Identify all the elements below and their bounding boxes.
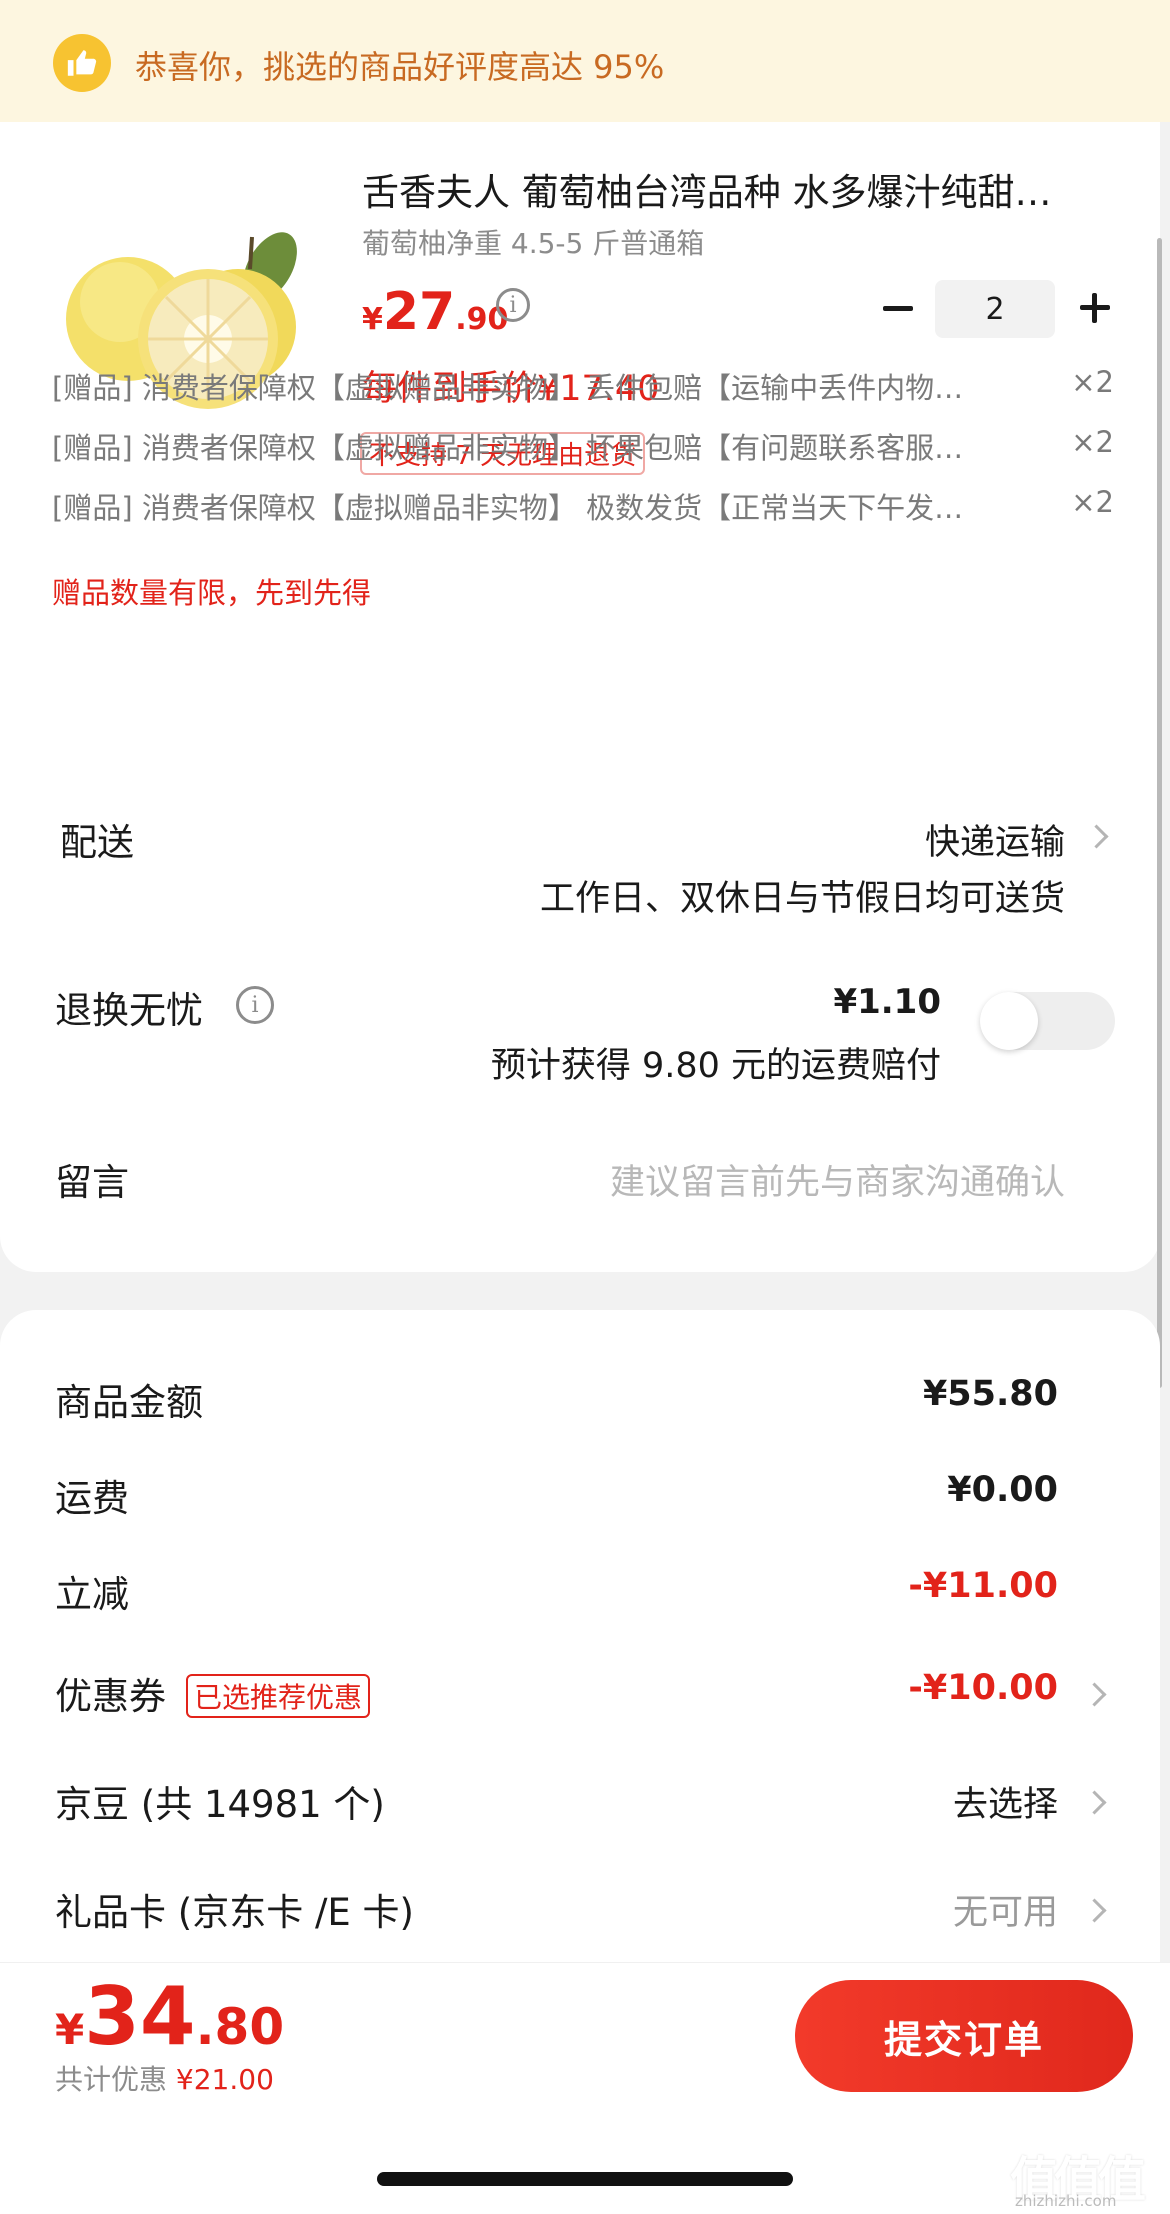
return-insurance-label: 退换无忧 bbox=[55, 989, 203, 1032]
gift-item: [赠品] 消费者保障权【虚拟赠品非实物】 丢件包赔【运输中丢件内物… ×2 bbox=[52, 365, 1122, 407]
shipping-value: ¥0.00 bbox=[947, 1470, 1058, 1510]
gift-item: [赠品] 消费者保障权【虚拟赠品非实物】 坏果包赔【有问题联系客服… ×2 bbox=[52, 425, 1122, 467]
jd-beans-chevron-icon[interactable] bbox=[1082, 1790, 1107, 1815]
gift-text: [赠品] 消费者保障权【虚拟赠品非实物】 丢件包赔【运输中丢件内物… bbox=[52, 371, 964, 405]
price-info-icon[interactable]: i bbox=[496, 288, 530, 322]
coupon-selected-tag: 已选推荐优惠 bbox=[186, 1673, 371, 1718]
quantity-plus-button[interactable] bbox=[1073, 286, 1117, 330]
gift-qty: ×2 bbox=[1071, 485, 1114, 519]
quantity-minus-button[interactable] bbox=[876, 286, 920, 330]
delivery-label: 配送 bbox=[60, 821, 134, 864]
home-indicator[interactable] bbox=[377, 2172, 793, 2186]
coupon-value[interactable]: -¥10.00 bbox=[908, 1668, 1058, 1708]
gift-text: [赠品] 消费者保障权【虚拟赠品非实物】 极数发货【正常当天下午发… bbox=[52, 491, 964, 525]
price-integer: 27 bbox=[382, 282, 456, 342]
gift-item: [赠品] 消费者保障权【虚拟赠品非实物】 极数发货【正常当天下午发… ×2 bbox=[52, 485, 1122, 527]
return-insurance-note: 预计获得 9.80 元的运费赔付 bbox=[490, 1046, 941, 1086]
gift-card-label: 礼品卡 (京东卡 /E 卡) bbox=[55, 1891, 414, 1934]
praise-banner: 恭喜你，挑选的商品好评度高达 95% bbox=[0, 0, 1170, 122]
watermark-url: zhizhizhi.com bbox=[1015, 2192, 1117, 2210]
return-insurance-toggle[interactable] bbox=[980, 992, 1115, 1050]
jd-beans-label: 京豆 (共 14981 个) bbox=[55, 1783, 385, 1826]
total-saved: 共计优惠 ¥21.00 bbox=[55, 2058, 274, 2098]
return-info-icon[interactable]: i bbox=[236, 986, 274, 1024]
product-title[interactable]: 舌香夫人 葡萄柚台湾品种 水多爆汁纯甜… bbox=[362, 162, 1102, 216]
goods-amount-label: 商品金额 bbox=[55, 1381, 203, 1424]
delivery-note: 工作日、双休日与节假日均可送货 bbox=[539, 879, 1065, 919]
product-price: ¥27.90 bbox=[362, 282, 508, 342]
coupon-label: 优惠券 bbox=[55, 1675, 166, 1718]
delivery-method[interactable]: 快递运输 bbox=[925, 814, 1065, 865]
saved-prefix: 共计优惠 bbox=[55, 2063, 176, 2096]
gift-card-chevron-icon[interactable] bbox=[1082, 1898, 1107, 1923]
thumbs-up-icon bbox=[53, 34, 111, 92]
instant-discount-value: -¥11.00 bbox=[908, 1566, 1058, 1606]
submit-order-button[interactable]: 提交订单 bbox=[795, 1980, 1133, 2092]
total-currency: ¥ bbox=[55, 2005, 85, 2054]
gift-limit-note: 赠品数量有限，先到先得 bbox=[52, 576, 372, 610]
instant-discount-label: 立减 bbox=[55, 1573, 129, 1616]
quantity-input[interactable]: 2 bbox=[935, 280, 1055, 338]
gift-qty: ×2 bbox=[1071, 365, 1114, 399]
return-insurance-price: ¥1.10 bbox=[833, 982, 941, 1022]
coupon-chevron-icon[interactable] bbox=[1082, 1682, 1107, 1707]
saved-amount: ¥21.00 bbox=[175, 2063, 274, 2096]
jd-beans-value[interactable]: 去选择 bbox=[953, 1776, 1058, 1827]
goods-amount-value: ¥55.80 bbox=[922, 1374, 1058, 1414]
order-item-card: 舌香夫人 葡萄柚台湾品种 水多爆汁纯甜… 葡萄柚净重 4.5-5 斤普通箱 ¥2… bbox=[0, 122, 1160, 1272]
total-integer: 34 bbox=[84, 1970, 196, 2063]
gift-card-value[interactable]: 无可用 bbox=[953, 1884, 1058, 1935]
praise-text: 恭喜你，挑选的商品好评度高达 95% bbox=[135, 48, 665, 86]
coupon-row[interactable]: 优惠券 已选推荐优惠 bbox=[55, 1666, 371, 1721]
scrollbar[interactable] bbox=[1157, 238, 1162, 1388]
total-decimal: .80 bbox=[195, 1998, 285, 2056]
price-currency: ¥ bbox=[362, 302, 383, 337]
toggle-knob bbox=[980, 992, 1038, 1050]
price-summary-card: 商品金额 ¥55.80 运费 ¥0.00 立减 -¥11.00 优惠券 已选推荐优… bbox=[0, 1310, 1160, 1970]
message-label: 留言 bbox=[55, 1161, 129, 1204]
gift-qty: ×2 bbox=[1071, 425, 1114, 459]
total-price: ¥34.80 bbox=[55, 1970, 284, 2063]
shipping-label: 运费 bbox=[55, 1477, 129, 1520]
delivery-chevron-icon[interactable] bbox=[1084, 824, 1109, 849]
message-input[interactable]: 建议留言前先与商家沟通确认 bbox=[610, 1154, 1065, 1205]
product-spec[interactable]: 葡萄柚净重 4.5-5 斤普通箱 bbox=[362, 222, 704, 262]
gift-text: [赠品] 消费者保障权【虚拟赠品非实物】 坏果包赔【有问题联系客服… bbox=[52, 431, 964, 465]
